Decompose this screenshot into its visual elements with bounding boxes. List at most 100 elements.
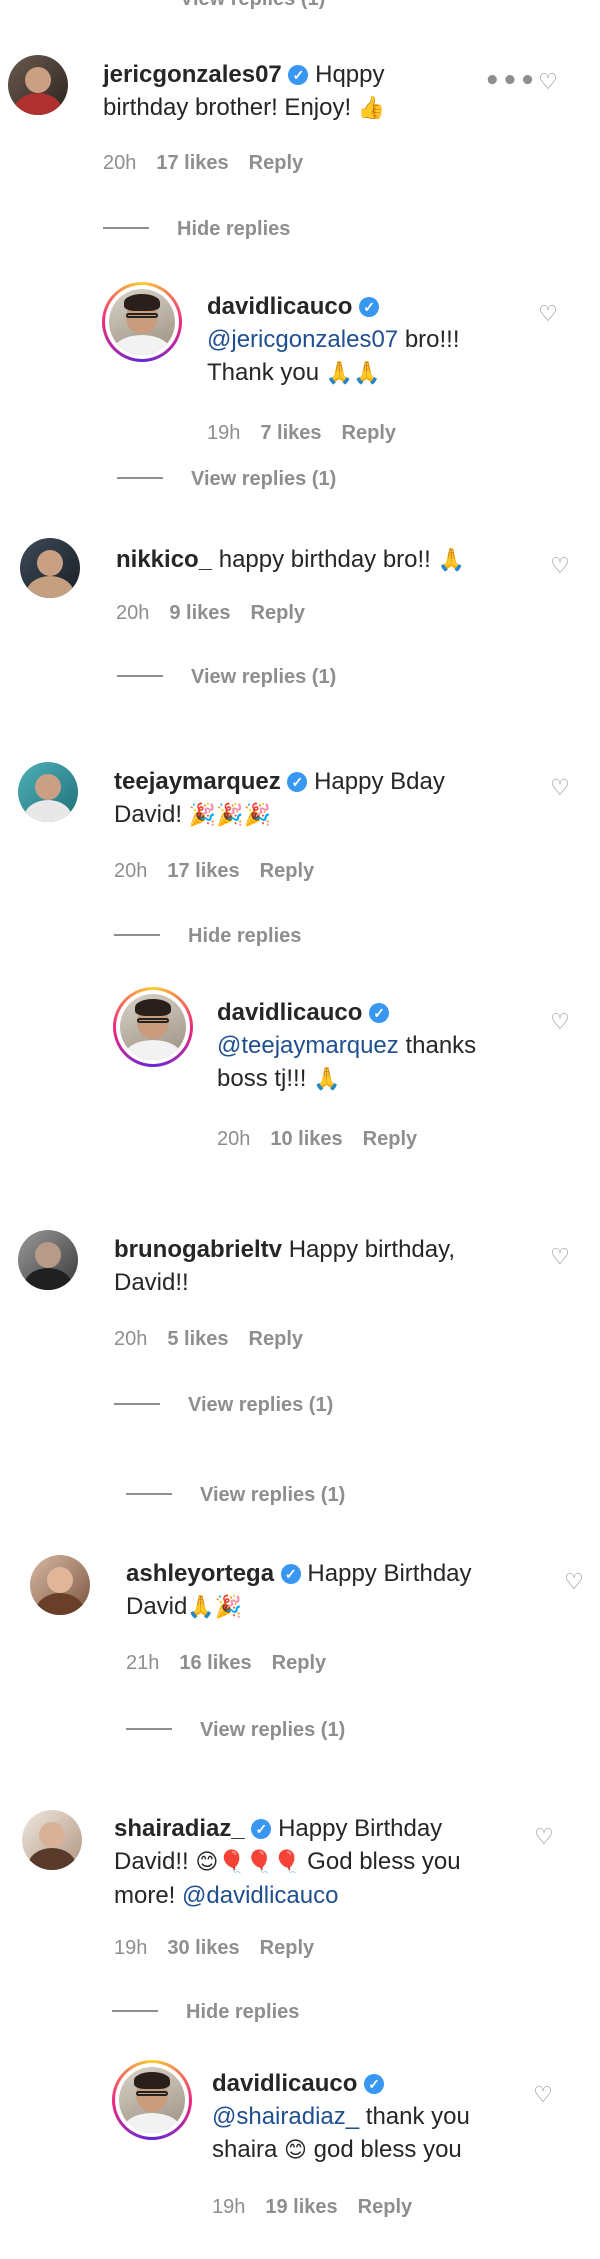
heart-outline-icon[interactable]: ♡ bbox=[547, 1010, 573, 1036]
avatar-story-ring[interactable] bbox=[112, 2060, 192, 2140]
likes-count[interactable]: 10 likes bbox=[270, 1128, 342, 1150]
verified-badge-icon: ✓ bbox=[251, 1819, 272, 1839]
heart-outline-icon[interactable]: ♡ bbox=[561, 1570, 587, 1596]
avatar[interactable] bbox=[22, 1810, 82, 1870]
divider bbox=[112, 2010, 158, 2012]
timestamp: 19h bbox=[207, 422, 241, 444]
comment-meta: 21h 16 likes Reply bbox=[126, 1652, 326, 1675]
heart-outline-icon[interactable]: ♡ bbox=[547, 1245, 573, 1271]
hide-replies-link[interactable]: Hide replies bbox=[114, 925, 301, 948]
verified-badge-icon: ✓ bbox=[287, 772, 308, 792]
heart-outline-icon[interactable]: ♡ bbox=[530, 2083, 556, 2109]
timestamp: 20h bbox=[114, 1328, 148, 1350]
heart-outline-icon[interactable]: ♡ bbox=[531, 1825, 557, 1851]
heart-outline-icon[interactable]: ♡ bbox=[547, 554, 573, 580]
reply-button[interactable]: Reply bbox=[251, 602, 305, 624]
view-replies-link[interactable]: View replies (1) bbox=[114, 1394, 333, 1417]
view-replies-link-top[interactable]: View replies (1) bbox=[180, 0, 325, 11]
timestamp: 21h bbox=[126, 1652, 160, 1674]
pray-emoji: 🙏 bbox=[313, 1067, 341, 1092]
timestamp: 19h bbox=[212, 2196, 246, 2218]
verified-badge-icon: ✓ bbox=[364, 2074, 385, 2094]
comment-text: teejaymarquez ✓ Happy Bday David! 🎉🎉🎉 bbox=[114, 768, 445, 828]
pray-emoji: 🙏🙏 bbox=[325, 361, 381, 386]
comment-meta: 19h 7 likes Reply bbox=[207, 422, 396, 445]
reply-button[interactable]: Reply bbox=[272, 1652, 326, 1674]
heart-outline-icon[interactable]: ♡ bbox=[535, 302, 561, 328]
party-popper-emoji: 🎉🎉🎉 bbox=[188, 803, 271, 828]
ellipsis-icon[interactable]: ••• bbox=[484, 66, 537, 96]
mention-link[interactable]: @davidlicauco bbox=[182, 1882, 338, 1909]
view-replies-link[interactable]: View replies (1) bbox=[117, 666, 336, 689]
reply-button[interactable]: Reply bbox=[363, 1128, 417, 1150]
username[interactable]: davidlicauco bbox=[207, 293, 352, 320]
reply-button[interactable]: Reply bbox=[249, 152, 303, 174]
username[interactable]: davidlicauco bbox=[217, 999, 362, 1026]
mention-link[interactable]: @jericgonzales07 bbox=[207, 326, 398, 353]
reply-text: davidlicauco ✓ @shairadiaz_ thank you sh… bbox=[212, 2070, 470, 2163]
heart-outline-icon[interactable]: ♡ bbox=[535, 70, 561, 96]
avatar[interactable] bbox=[18, 1230, 78, 1290]
divider bbox=[117, 675, 163, 677]
divider bbox=[114, 934, 160, 936]
timestamp: 20h bbox=[116, 602, 150, 624]
avatar[interactable] bbox=[18, 762, 78, 822]
likes-count[interactable]: 5 likes bbox=[167, 1328, 228, 1350]
timestamp: 20h bbox=[103, 152, 137, 174]
comment-text: ashleyortega ✓ Happy Birthday David🙏🎉 bbox=[126, 1560, 472, 1620]
username[interactable]: brunogabrieltv bbox=[114, 1236, 282, 1263]
comment-meta: 20h 5 likes Reply bbox=[114, 1328, 303, 1351]
avatar-story-ring[interactable] bbox=[102, 282, 182, 362]
verified-badge-icon: ✓ bbox=[288, 65, 309, 85]
likes-count[interactable]: 17 likes bbox=[167, 860, 239, 882]
username[interactable]: ashleyortega bbox=[126, 1560, 274, 1587]
verified-badge-icon: ✓ bbox=[280, 1564, 301, 1584]
reply-button[interactable]: Reply bbox=[358, 2196, 412, 2218]
pray-party-emoji: 🙏🎉 bbox=[187, 1595, 243, 1620]
avatar[interactable] bbox=[8, 55, 68, 115]
comment-meta: 20h 10 likes Reply bbox=[217, 1128, 417, 1151]
comment-meta: 20h 17 likes Reply bbox=[103, 152, 303, 175]
reply-button[interactable]: Reply bbox=[342, 422, 396, 444]
hide-replies-link[interactable]: Hide replies bbox=[112, 2001, 299, 2024]
view-replies-link[interactable]: View replies (1) bbox=[126, 1719, 345, 1742]
reply-button[interactable]: Reply bbox=[260, 860, 314, 882]
likes-count[interactable]: 19 likes bbox=[265, 2196, 337, 2218]
username[interactable]: teejaymarquez bbox=[114, 768, 281, 795]
reply-text: davidlicauco ✓ @teejaymarquez thanks bos… bbox=[217, 999, 477, 1092]
likes-count[interactable]: 30 likes bbox=[167, 1937, 239, 1959]
comment-meta: 20h 9 likes Reply bbox=[116, 602, 305, 625]
username[interactable]: davidlicauco bbox=[212, 2070, 357, 2097]
timestamp: 20h bbox=[114, 860, 148, 882]
pray-emoji: 🙏 bbox=[437, 548, 465, 573]
likes-count[interactable]: 17 likes bbox=[156, 152, 228, 174]
smile-emoji: 😊 bbox=[284, 2138, 307, 2163]
comment-text: shairadiaz_ ✓ Happy Birthday David!! 😊🎈🎈… bbox=[114, 1815, 461, 1909]
timestamp: 20h bbox=[217, 1128, 251, 1150]
likes-count[interactable]: 16 likes bbox=[179, 1652, 251, 1674]
hide-replies-link[interactable]: Hide replies bbox=[103, 218, 290, 241]
divider bbox=[126, 1728, 172, 1730]
comment-text: nikkico_ happy birthday bro!! 🙏 bbox=[116, 546, 465, 573]
username[interactable]: jericgonzales07 bbox=[103, 61, 282, 88]
avatar[interactable] bbox=[30, 1555, 90, 1615]
comment-text: jericgonzales07 ✓ Hqppy birthday brother… bbox=[103, 61, 386, 121]
thumbs-up-emoji: 👍 bbox=[357, 96, 386, 121]
view-replies-link[interactable]: View replies (1) bbox=[117, 468, 336, 491]
comment-meta: 19h 19 likes Reply bbox=[212, 2196, 412, 2219]
mention-link[interactable]: @shairadiaz_ bbox=[212, 2103, 359, 2130]
view-replies-link[interactable]: View replies (1) bbox=[126, 1484, 345, 1507]
divider bbox=[117, 477, 163, 479]
username[interactable]: shairadiaz_ bbox=[114, 1815, 245, 1842]
avatar[interactable] bbox=[20, 538, 80, 598]
likes-count[interactable]: 9 likes bbox=[169, 602, 230, 624]
username[interactable]: nikkico_ bbox=[116, 546, 212, 573]
mention-link[interactable]: @teejaymarquez bbox=[217, 1032, 399, 1059]
reply-button[interactable]: Reply bbox=[249, 1328, 303, 1350]
likes-count[interactable]: 7 likes bbox=[260, 422, 321, 444]
divider bbox=[114, 1403, 160, 1405]
avatar-story-ring[interactable] bbox=[113, 987, 193, 1067]
heart-outline-icon[interactable]: ♡ bbox=[547, 776, 573, 802]
reply-button[interactable]: Reply bbox=[260, 1937, 314, 1959]
comment-meta: 19h 30 likes Reply bbox=[114, 1937, 314, 1960]
